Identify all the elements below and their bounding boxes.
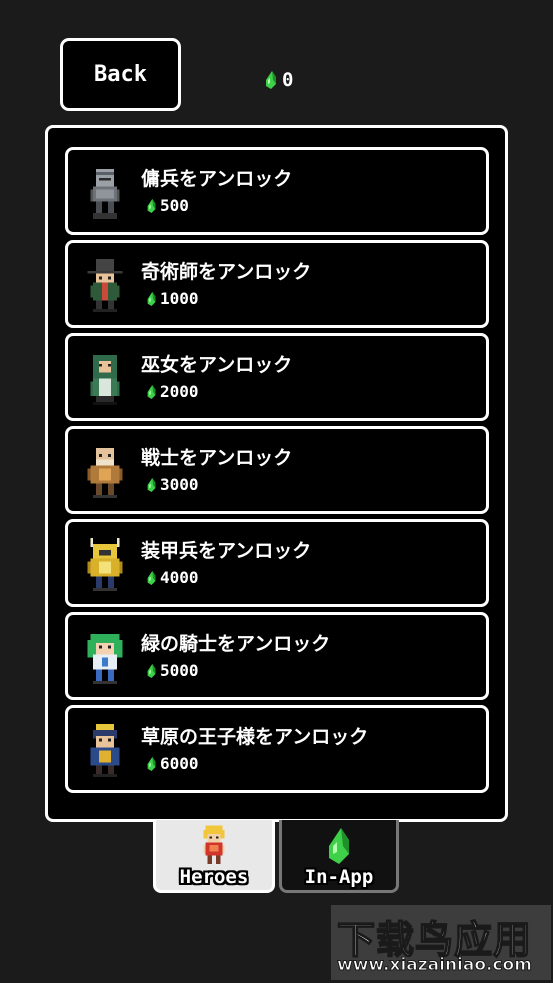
hero-price: 4000	[146, 568, 199, 587]
hero-price: 2000	[146, 382, 199, 401]
back-button[interactable]: Back	[60, 38, 181, 111]
hero-title: 戦士をアンロック	[141, 447, 293, 469]
green-gem-icon	[147, 570, 156, 585]
hero-price-value: 5000	[160, 661, 199, 680]
currency-display: 0	[264, 66, 293, 94]
magician-sprite-icon	[87, 259, 123, 313]
meadow-prince-sprite-icon	[90, 724, 120, 778]
hero-title: 緑の騎士をアンロック	[141, 633, 331, 655]
hero-row-green-knight[interactable]: 緑の騎士をアンロック 5000	[65, 612, 489, 700]
hero-row-warrior[interactable]: 戦士をアンロック 3000	[65, 426, 489, 514]
hero-row-magician[interactable]: 奇術師をアンロック 1000	[65, 240, 489, 328]
green-gem-icon	[147, 198, 156, 213]
hero-title: 奇術師をアンロック	[141, 261, 312, 283]
shrine-maiden-sprite-icon	[90, 354, 120, 406]
hero-title: 装甲兵をアンロック	[141, 540, 312, 562]
hero-price: 6000	[146, 754, 199, 773]
hero-price-value: 2000	[160, 382, 199, 401]
green-gem-icon	[329, 828, 349, 864]
watermark-url: www.xiazainiao.com	[337, 955, 533, 976]
hero-title: 草原の王子様をアンロック	[141, 726, 369, 748]
green-gem-icon	[147, 291, 156, 306]
tab-in-app-label: In-App	[304, 866, 374, 888]
hero-price-value: 1000	[160, 289, 199, 308]
green-gem-icon	[147, 384, 156, 399]
hero-unlock-panel: 傭兵をアンロック 500 奇術師をアンロック 1000 巫女をアンロック 200…	[45, 125, 508, 822]
hero-price: 3000	[146, 475, 199, 494]
tab-in-app[interactable]: In-App	[279, 820, 399, 893]
green-gem-icon	[147, 663, 156, 678]
hero-row-mercenary[interactable]: 傭兵をアンロック 500	[65, 147, 489, 235]
hero-price-value: 4000	[160, 568, 199, 587]
warrior-sprite-icon	[87, 447, 123, 499]
tab-heroes[interactable]: Heroes	[153, 820, 275, 893]
hero-row-meadow-prince[interactable]: 草原の王子様をアンロック 6000	[65, 705, 489, 793]
hero-title: 巫女をアンロック	[141, 354, 293, 376]
currency-amount: 0	[282, 69, 294, 91]
hero-price-value: 6000	[160, 754, 199, 773]
green-knight-sprite-icon	[87, 633, 123, 685]
hero-price: 1000	[146, 289, 199, 308]
hero-price: 500	[146, 196, 189, 215]
hero-sprite-icon	[203, 825, 225, 865]
hero-title: 傭兵をアンロック	[141, 168, 293, 190]
green-gem-icon	[147, 756, 156, 771]
green-gem-icon	[147, 477, 156, 492]
mercenary-sprite-icon	[90, 168, 120, 220]
hero-price-value: 3000	[160, 475, 199, 494]
hero-price: 5000	[146, 661, 199, 680]
green-gem-icon	[266, 71, 276, 89]
watermark: 下载鸟应用 www.xiazainiao.com	[331, 905, 551, 980]
hero-row-armored-soldier[interactable]: 装甲兵をアンロック 4000	[65, 519, 489, 607]
tab-heroes-label: Heroes	[179, 866, 249, 888]
hero-price-value: 500	[160, 196, 189, 215]
hero-row-shrine-maiden[interactable]: 巫女をアンロック 2000	[65, 333, 489, 421]
armored-soldier-sprite-icon	[87, 538, 123, 592]
